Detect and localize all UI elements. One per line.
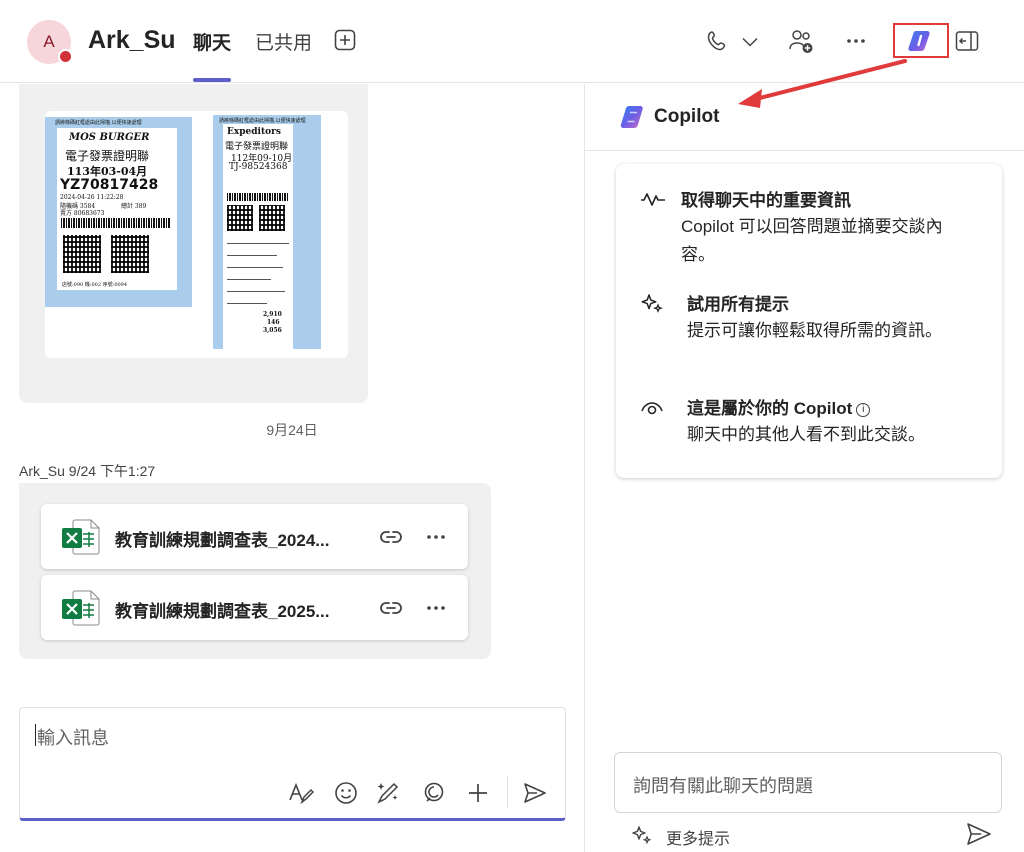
chevron-down-icon[interactable]: [740, 32, 760, 52]
add-people-icon[interactable]: [787, 27, 815, 55]
receipt-left-qr-2: [111, 235, 149, 273]
receipt-right-line-1: [227, 243, 289, 244]
receipt-right-invoice-no: TJ-98524368: [229, 162, 288, 172]
copilot-ask-placeholder: 詢問有關此聊天的問題: [633, 776, 813, 796]
copilot-send-icon[interactable]: [966, 822, 992, 848]
receipt-right-qr-1: [227, 205, 253, 231]
receipt-image[interactable]: 請將條碼紅框處由此掃描,以便快速處理 MOS BURGER 電子發票證明聯 11…: [45, 111, 348, 358]
copilot-icon: [908, 30, 930, 51]
feature-description: Copilot 可以回答問題並摘要交談內容。: [681, 217, 943, 264]
loop-icon[interactable]: [421, 780, 447, 806]
receipt-left-barcode: [61, 218, 171, 228]
feature-description: 聊天中的其他人看不到此交談。: [687, 425, 925, 444]
plus-icon[interactable]: [465, 780, 491, 806]
copilot-pane: Copilot 取得聊天中的重要資訊 Copilot 可以回答問題並摘要交談內容…: [584, 84, 1024, 852]
more-icon[interactable]: [842, 30, 870, 52]
copilot-toggle-button[interactable]: [893, 23, 949, 58]
open-panel-icon[interactable]: [955, 29, 979, 53]
receipt-right-line-6: [227, 303, 267, 304]
active-tab-indicator: [193, 78, 231, 82]
sparkle-icon: [640, 292, 664, 314]
receipt-right-barcode: [227, 193, 289, 201]
copilot-ask-input[interactable]: 詢問有關此聊天的問題: [614, 752, 1002, 813]
toolbar-divider: [507, 776, 508, 808]
presence-status-dot: [58, 49, 73, 64]
info-icon[interactable]: i: [856, 403, 871, 417]
file-name[interactable]: 教育訓練規劃調查表_2025...: [115, 597, 365, 622]
file-more-icon[interactable]: [424, 597, 448, 619]
copilot-logo-icon: [619, 104, 647, 130]
receipt-left: 請將條碼紅框處由此掃描,以便快速處理 MOS BURGER 電子發票證明聯 11…: [45, 117, 192, 307]
file-card[interactable]: 教育訓練規劃調查表_2025...: [41, 575, 468, 640]
message-composer[interactable]: 輸入訊息: [19, 707, 566, 821]
tab-shared[interactable]: 已共用: [255, 28, 312, 55]
feature-title-text: 這是屬於你的 Copilot: [687, 399, 853, 418]
send-icon[interactable]: [522, 780, 548, 806]
feature-title: 這是屬於你的 Copilot i: [687, 394, 871, 419]
copilot-pane-title: Copilot: [654, 106, 720, 127]
format-icon[interactable]: [288, 780, 314, 806]
avatar[interactable]: A: [27, 20, 73, 64]
emoji-icon[interactable]: [333, 780, 359, 806]
excel-icon: [61, 519, 101, 555]
call-icon[interactable]: [704, 28, 730, 54]
chat-message-area: 請將條碼紅框處由此掃描,以便快速處理 MOS BURGER 電子發票證明聯 11…: [0, 84, 584, 852]
feature-description: 提示可讓你輕鬆取得所需的資訊。: [687, 321, 942, 340]
receipt-right: 請將條碼紅框處由此掃描,以便快速處理 Expeditors 電子發票證明聯 11…: [213, 115, 321, 349]
receipt-left-header-note: 請將條碼紅框處由此掃描,以便快速處理: [55, 120, 142, 126]
receipt-right-line-4: [227, 279, 271, 280]
receipt-left-qr-1: [63, 235, 101, 273]
receipt-right-amount-3: 3,056: [263, 327, 282, 334]
link-icon[interactable]: [379, 526, 403, 548]
link-icon[interactable]: [379, 597, 403, 619]
file-card[interactable]: 教育訓練規劃調查表_2024...: [41, 504, 468, 569]
receipt-left-total: 總計 389: [121, 203, 147, 210]
receipt-left-brand: MOS BURGER: [69, 132, 150, 143]
receipt-right-line-5: [227, 291, 285, 292]
receipt-right-amount-2: 146: [267, 319, 280, 326]
message-input[interactable]: 輸入訊息: [35, 724, 109, 750]
add-tab-icon[interactable]: [334, 29, 356, 51]
receipt-right-amount-1: 2,910: [263, 311, 282, 318]
more-prompts-label: 更多提示: [666, 831, 731, 848]
feature-title: 試用所有提示: [687, 295, 789, 314]
receipt-left-footer: 店號:090 機:002 序號:0094: [62, 282, 128, 288]
tab-chat[interactable]: 聊天: [193, 28, 231, 55]
pulse-icon: [640, 188, 665, 210]
receipt-right-line-3: [227, 267, 283, 268]
file-name[interactable]: 教育訓練規劃調查表_2024...: [115, 526, 365, 551]
copilot-intro-card: 取得聊天中的重要資訊 Copilot 可以回答問題並摘要交談內容。 試用所有提示…: [616, 164, 1002, 478]
date-divider: 9月24日: [266, 422, 318, 438]
more-prompts-button[interactable]: 更多提示: [631, 823, 831, 848]
receipt-right-header-note: 請將條碼紅框處由此掃描,以便快速處理: [219, 118, 306, 124]
file-message-bubble: 教育訓練規劃調查表_2024... 教育訓練規劃調查表_2025...: [19, 483, 491, 659]
receipt-right-brand: Expeditors: [227, 127, 281, 137]
receipt-right-qr-2: [259, 205, 285, 231]
message-sender-time: Ark_Su 9/24 下午1:27: [19, 463, 156, 479]
annotation-arrow: [738, 59, 907, 108]
receipt-left-datetime: 2024-04-26 11:22:28: [60, 194, 124, 201]
sparkle-icon: [631, 825, 653, 845]
receipt-left-doc-title: 電子發票證明聯: [65, 149, 150, 163]
eye-icon: [640, 396, 664, 418]
receipt-left-invoice-no: YZ70817428: [60, 177, 159, 193]
chat-title[interactable]: Ark_Su: [88, 26, 176, 55]
file-more-icon[interactable]: [424, 526, 448, 548]
receipt-left-seller: 賣方 80683673: [60, 210, 105, 217]
receipt-right-line-2: [227, 255, 277, 256]
avatar-initial: A: [43, 32, 55, 51]
image-message-bubble: 請將條碼紅框處由此掃描,以便快速處理 MOS BURGER 電子發票證明聯 11…: [19, 84, 368, 403]
excel-icon: [61, 590, 101, 626]
copilot-compose-icon[interactable]: [375, 780, 401, 806]
feature-title: 取得聊天中的重要資訊: [681, 191, 851, 210]
